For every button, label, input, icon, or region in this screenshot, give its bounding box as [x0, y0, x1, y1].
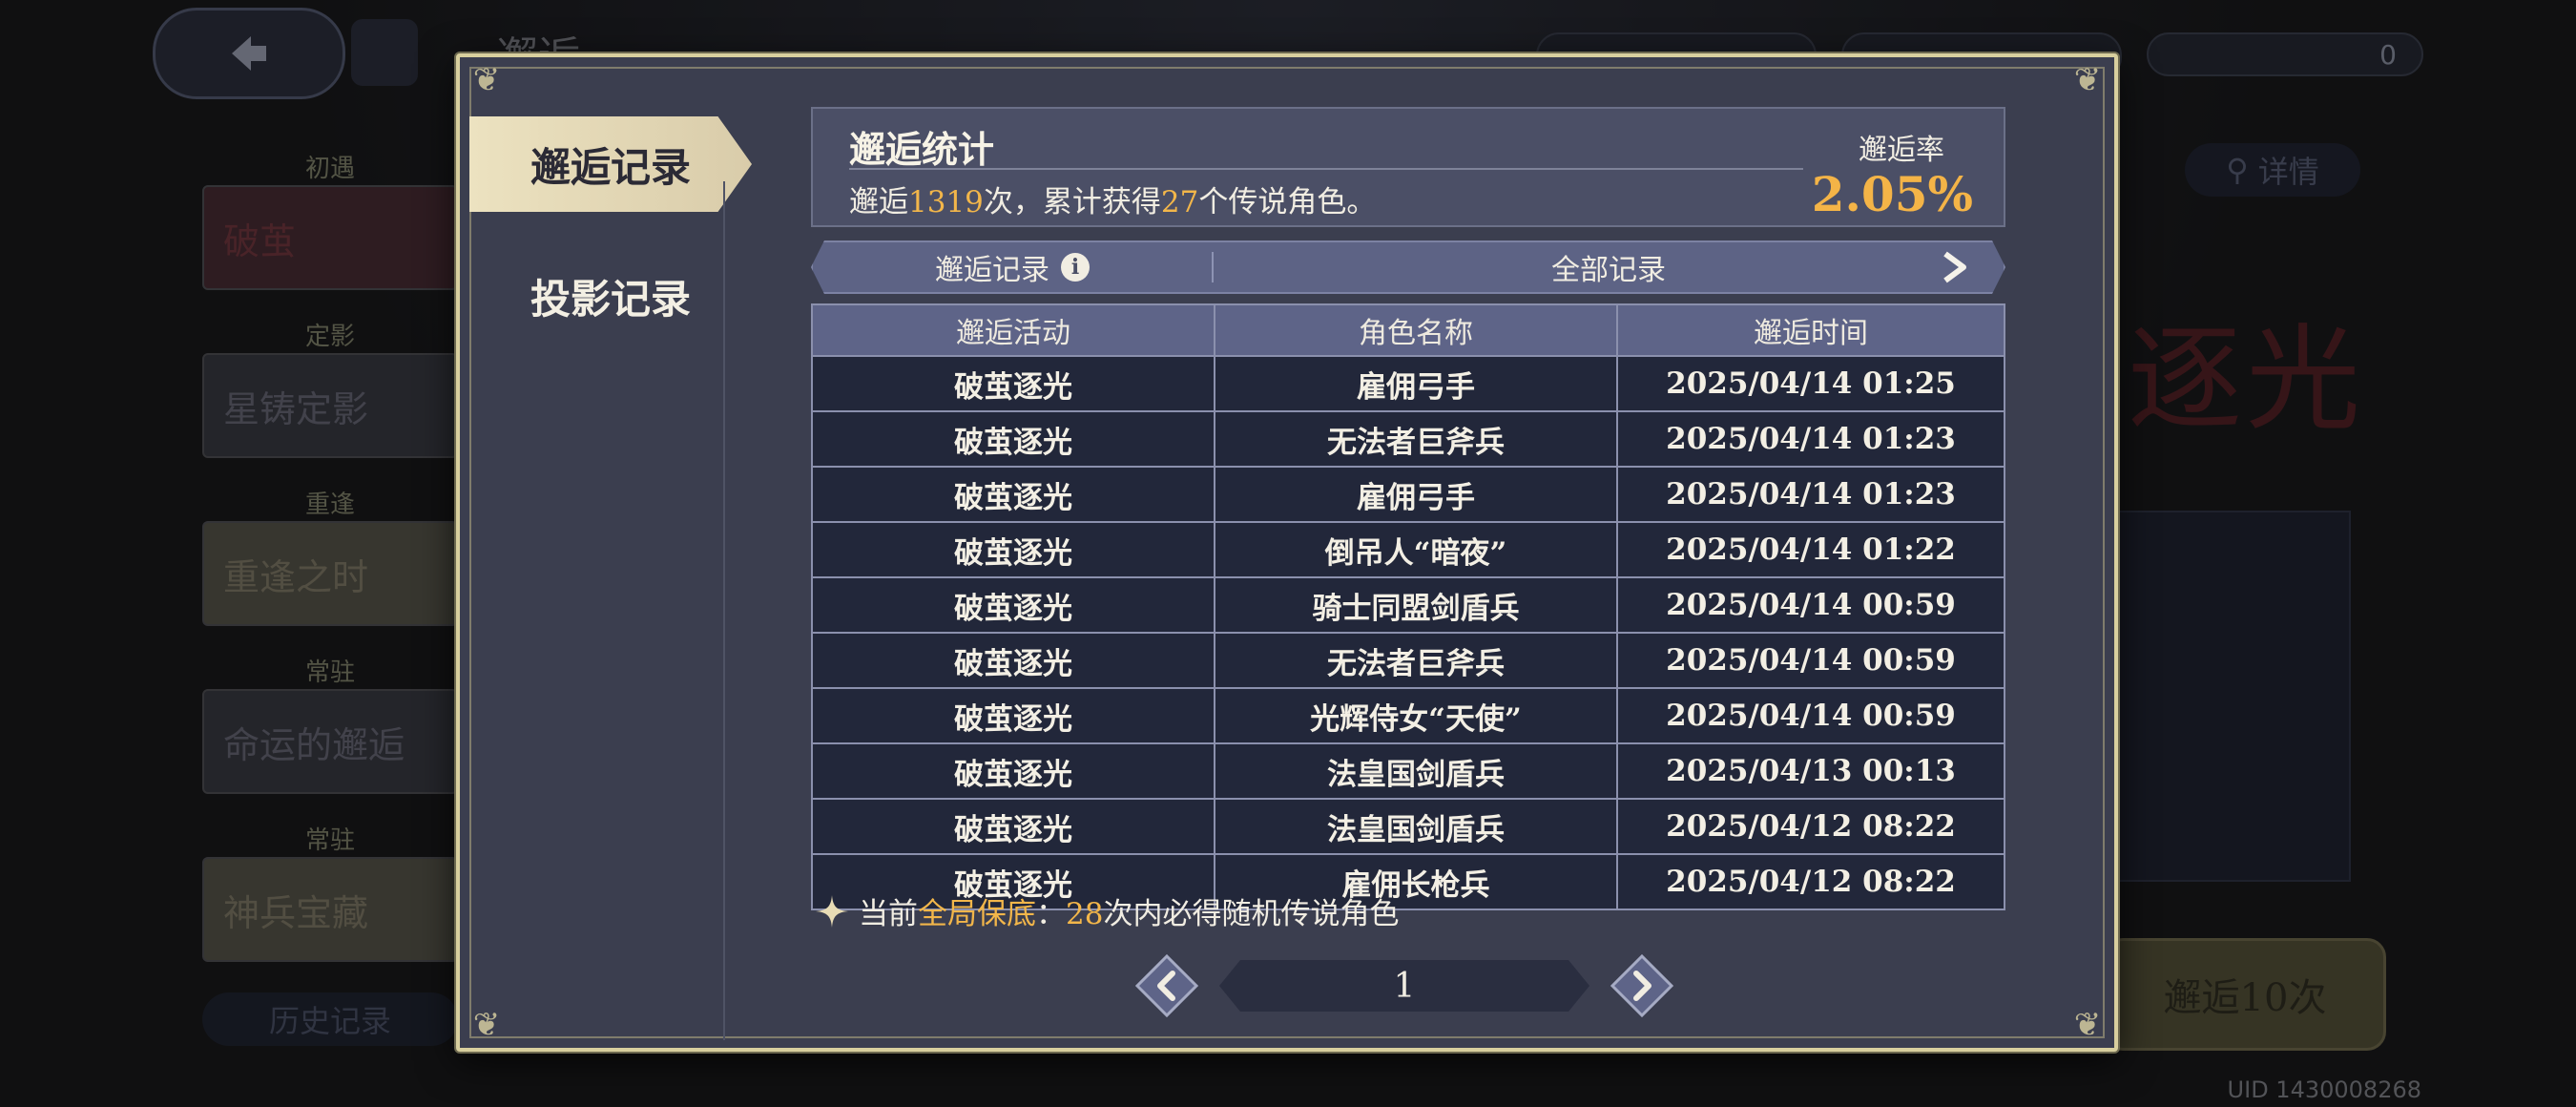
pagination: 1 [1135, 947, 1673, 1023]
encounter-stats-panel: 邂逅统计 邂逅1319次，累计获得27个传说角色。 邂逅率 2.05% [811, 107, 2005, 227]
cell-activity: 破茧逐光 [811, 798, 1215, 855]
rate-value: 2.05% [1811, 166, 1973, 222]
stats-description: 邂逅1319次，累计获得27个传说角色。 [849, 178, 1376, 220]
sparkle-icon [816, 894, 848, 928]
records-modal: ❦ ❦ ❦ ❦ 邂逅记录 投影记录 邂逅统计 邂逅1319次，累计获得27个传说… [456, 53, 2118, 1052]
corner-ornament-icon: ❦ [472, 1006, 501, 1044]
table-row: 破茧逐光 法皇国剑盾兵 2025/04/12 08:22 [811, 798, 2005, 855]
stats-desc-mid: 次，累计获得 [983, 185, 1161, 219]
stats-title: 邂逅统计 [849, 128, 995, 171]
record-filter-dropdown[interactable]: 全部记录 [1214, 246, 2004, 288]
cell-time: 2025/04/13 00:13 [1616, 742, 2005, 800]
cell-character: 骑士同盟剑盾兵 [1214, 576, 1618, 634]
corner-ornament-icon: ❦ [2073, 61, 2102, 99]
cell-time: 2025/04/14 01:23 [1616, 466, 2005, 523]
tab-divider [723, 181, 725, 1040]
cell-character: 无法者巨斧兵 [1214, 632, 1618, 689]
cell-character: 法皇国剑盾兵 [1214, 742, 1618, 800]
cell-character: 法皇国剑盾兵 [1214, 798, 1618, 855]
cell-activity: 破茧逐光 [811, 466, 1215, 523]
cell-time: 2025/04/12 08:22 [1616, 853, 2005, 910]
cell-time: 2025/04/14 01:23 [1616, 410, 2005, 468]
filter-left-label: 邂逅记录 [935, 254, 1049, 287]
stats-desc-suffix: 个传说角色。 [1198, 185, 1377, 219]
corner-ornament-icon: ❦ [2073, 1006, 2102, 1044]
column-header-time: 邂逅时间 [1616, 303, 2005, 357]
table-row: 破茧逐光 雇佣弓手 2025/04/14 01:25 [811, 355, 2005, 412]
page-number: 1 [1219, 960, 1589, 1012]
prev-page-button[interactable] [1135, 954, 1198, 1017]
table-row: 破茧逐光 无法者巨斧兵 2025/04/14 01:23 [811, 410, 2005, 468]
table-row: 破茧逐光 光辉侍女“天使” 2025/04/14 00:59 [811, 687, 2005, 744]
pity-notice: 当前全局保底：28次内必得随机传说角色 [815, 889, 1399, 932]
cell-time: 2025/04/14 00:59 [1616, 632, 2005, 689]
cell-activity: 破茧逐光 [811, 687, 1215, 744]
pity-highlight: 全局保底 [918, 897, 1036, 931]
cell-character: 光辉侍女“天使” [1214, 687, 1618, 744]
column-header-activity: 邂逅活动 [811, 303, 1215, 357]
table-row: 破茧逐光 无法者巨斧兵 2025/04/14 00:59 [811, 632, 2005, 689]
cell-activity: 破茧逐光 [811, 742, 1215, 800]
pity-prefix: 当前 [859, 897, 918, 931]
cell-time: 2025/04/12 08:22 [1616, 798, 2005, 855]
tab-projection-records[interactable]: 投影记录 [469, 248, 752, 344]
pity-count: 28 [1066, 897, 1104, 931]
table-row: 破茧逐光 法皇国剑盾兵 2025/04/13 00:13 [811, 742, 2005, 800]
cell-activity: 破茧逐光 [811, 521, 1215, 578]
cell-character: 倒吊人“暗夜” [1214, 521, 1618, 578]
cell-activity: 破茧逐光 [811, 355, 1215, 412]
chevron-right-icon [1942, 251, 1967, 283]
cell-character: 雇佣弓手 [1214, 355, 1618, 412]
total-pulls: 1319 [908, 185, 984, 219]
cell-time: 2025/04/14 01:22 [1616, 521, 2005, 578]
stats-desc-prefix: 邂逅 [849, 185, 908, 219]
cell-activity: 破茧逐光 [811, 410, 1215, 468]
info-icon[interactable]: i [1061, 253, 1090, 282]
tab-encounter-records[interactable]: 邂逅记录 [469, 116, 752, 212]
filter-right-label: 全部记录 [1551, 254, 1666, 287]
records-table: 邂逅活动 角色名称 邂逅时间 破茧逐光 雇佣弓手 2025/04/14 01:25 … [811, 303, 2005, 910]
table-row: 破茧逐光 倒吊人“暗夜” 2025/04/14 01:22 [811, 521, 2005, 578]
pity-colon: ： [1036, 897, 1066, 931]
cell-activity: 破茧逐光 [811, 576, 1215, 634]
cell-time: 2025/04/14 00:59 [1616, 687, 2005, 744]
record-type-label: 邂逅记录 i [813, 246, 1212, 288]
cell-character: 无法者巨斧兵 [1214, 410, 1618, 468]
table-row: 破茧逐光 雇佣弓手 2025/04/14 01:23 [811, 466, 2005, 523]
record-filter-bar: 邂逅记录 i 全部记录 [811, 240, 2005, 294]
cell-activity: 破茧逐光 [811, 632, 1215, 689]
cell-time: 2025/04/14 01:25 [1616, 355, 2005, 412]
column-header-character: 角色名称 [1214, 303, 1618, 357]
stats-divider [849, 168, 1803, 170]
corner-ornament-icon: ❦ [472, 61, 501, 99]
table-header-row: 邂逅活动 角色名称 邂逅时间 [811, 303, 2005, 357]
cell-time: 2025/04/14 00:59 [1616, 576, 2005, 634]
rate-label: 邂逅率 [1859, 134, 1944, 167]
cell-character: 雇佣弓手 [1214, 466, 1618, 523]
pity-suffix: 次内必得随机传说角色 [1103, 897, 1400, 931]
table-row: 破茧逐光 骑士同盟剑盾兵 2025/04/14 00:59 [811, 576, 2005, 634]
legendary-count: 27 [1160, 185, 1199, 219]
next-page-button[interactable] [1610, 954, 1673, 1017]
